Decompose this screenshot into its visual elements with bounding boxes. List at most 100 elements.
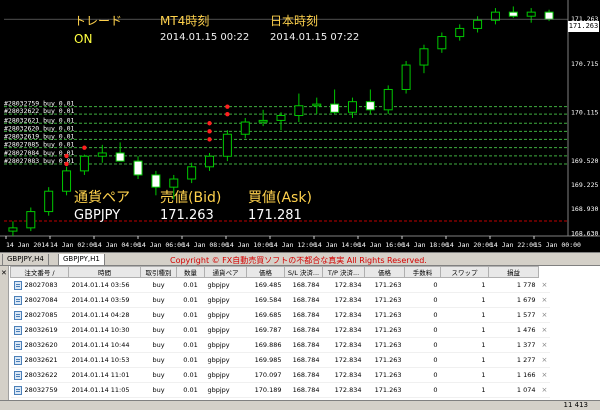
close-order-icon[interactable]: ×	[538, 277, 551, 293]
mt4-time-value: 2014.01.15 00:22	[160, 32, 250, 43]
trade-header-label: トレード	[74, 14, 123, 28]
table-cell: gbpjpy	[204, 307, 247, 323]
table-cell: 2014.01.14 03:59	[68, 292, 141, 308]
status-bar: 11 413	[0, 400, 600, 410]
order-icon	[13, 280, 22, 290]
table-cell: 171.263	[364, 382, 405, 398]
table-cell: 168.784	[284, 337, 323, 353]
table-cell: 1	[440, 292, 489, 308]
table-cell: gbpjpy	[204, 292, 247, 308]
column-header[interactable]: 数量	[176, 266, 205, 278]
table-cell: 171.263	[364, 337, 405, 353]
table-cell: 0	[404, 307, 441, 323]
candle-body	[8, 227, 18, 232]
order-icon	[13, 370, 22, 380]
table-cell: 2014.01.14 11:05	[68, 382, 141, 398]
chart-tabs: GBPJPY,H4 GBPJPY,H1 Copyright © FX自動売買ソフ…	[0, 252, 600, 266]
table-row[interactable]: 28027085 2014.01.14 04:28 buy 0.01 gbpjpy 169…	[10, 307, 551, 323]
candle-body	[508, 11, 518, 17]
column-header[interactable]: 通貨ペア	[204, 266, 247, 278]
table-row[interactable]: 28032621 2014.01.14 10:53 buy 0.01 gbpjpy 169…	[10, 352, 551, 368]
table-cell: 0	[404, 322, 441, 338]
column-header[interactable]: T/P 決済...	[322, 266, 365, 278]
column-header[interactable]: 価格	[246, 266, 285, 278]
column-header[interactable]: S/L 決済...	[284, 266, 323, 278]
candle-body	[276, 115, 286, 121]
table-cell: 170.097	[246, 367, 285, 383]
terminal-side-handle[interactable]: ✕	[0, 266, 9, 401]
table-row[interactable]: 28027083 2014.01.14 03:56 buy 0.01 gbpjpy 169…	[10, 277, 551, 293]
table-cell: 1 778	[488, 277, 539, 293]
candle-body	[205, 155, 215, 168]
x-tick-label: 14 Jan 20:00	[446, 241, 493, 249]
table-cell: 0	[404, 292, 441, 308]
candle-body	[526, 11, 536, 17]
ask-label: 買値(Ask)	[248, 190, 312, 206]
candle-body	[473, 19, 483, 29]
table-cell: 168.784	[284, 307, 323, 323]
candle-body	[330, 103, 340, 113]
x-tick-label: 14 Jan 04:00	[94, 241, 141, 249]
entry-marker	[82, 145, 87, 150]
close-order-icon[interactable]: ×	[538, 337, 551, 353]
table-row[interactable]: 28032759 2014.01.14 11:05 buy 0.01 gbpjpy 170…	[10, 382, 551, 398]
table-cell: 1 074	[488, 382, 539, 398]
column-header[interactable]: スワップ	[440, 266, 489, 278]
candle-body	[401, 64, 411, 90]
order-line-label: #28032621 buy 0.01	[4, 116, 75, 124]
table-cell: 168.784	[284, 292, 323, 308]
table-cell: 2014.01.14 10:30	[68, 322, 141, 338]
order-line-label: #28027083 buy 0.01	[4, 157, 75, 165]
table-row[interactable]: 28027084 2014.01.14 03:59 buy 0.01 gbpjpy 169…	[10, 292, 551, 308]
table-cell: gbpjpy	[204, 322, 247, 338]
table-cell: 168.784	[284, 277, 323, 293]
order-line-label: #28032619 buy 0.01	[4, 132, 75, 140]
x-tick-label: 15 Jan 00:00	[534, 241, 581, 249]
table-cell: 168.784	[284, 367, 323, 383]
jp-time-value: 2014.01.15 07:22	[270, 32, 360, 43]
column-header[interactable]: 注文番号 /	[10, 266, 69, 278]
table-cell: 0	[404, 367, 441, 383]
candle-body	[187, 166, 197, 180]
price-chart[interactable]: #28032759 buy 0.01 #28032622 buy 0.01 #280…	[0, 0, 600, 252]
table-cell: 172.834	[322, 382, 365, 398]
x-tick-label: 14 Jan 08:00	[182, 241, 229, 249]
order-icon	[13, 340, 22, 350]
column-header[interactable]: 損益	[488, 266, 539, 278]
close-order-icon[interactable]: ×	[538, 367, 551, 383]
close-order-icon[interactable]: ×	[538, 322, 551, 338]
candle-body	[365, 101, 375, 111]
candle-body	[97, 152, 107, 157]
table-cell: 2014.01.14 10:44	[68, 337, 141, 353]
close-order-icon[interactable]: ×	[538, 382, 551, 398]
column-header[interactable]: 価格	[364, 266, 405, 278]
close-order-icon[interactable]: ×	[538, 352, 551, 368]
candle-body	[347, 101, 357, 113]
close-icon[interactable]: ✕	[1, 269, 7, 277]
table-cell: 169.485	[246, 277, 285, 293]
table-cell: 1	[440, 307, 489, 323]
x-tick-label: 14 Jan 14:00	[314, 241, 361, 249]
table-cell: 169.985	[246, 352, 285, 368]
order-icon	[13, 325, 22, 335]
column-header[interactable]: 時間	[68, 266, 141, 278]
table-cell: 170.189	[246, 382, 285, 398]
candle-body	[312, 103, 322, 107]
table-cell: 1 277	[488, 352, 539, 368]
column-header[interactable]: 取引種別	[140, 266, 177, 278]
column-header[interactable]: 手数料	[404, 266, 441, 278]
x-tick-label: 14 Jan 12:00	[270, 241, 317, 249]
table-cell: 1	[440, 367, 489, 383]
table-cell: 28027084	[10, 292, 69, 308]
table-cell: 0.01	[176, 307, 205, 323]
table-row[interactable]: 28032622 2014.01.14 11:01 buy 0.01 gbpjpy 170…	[10, 367, 551, 383]
close-order-icon[interactable]: ×	[538, 307, 551, 323]
table-row[interactable]: 28032619 2014.01.14 10:30 buy 0.01 gbpjpy 169…	[10, 322, 551, 338]
close-order-icon[interactable]: ×	[538, 292, 551, 308]
table-cell: 28027083	[10, 277, 69, 293]
order-line-label: #28027084 buy 0.01	[4, 149, 75, 157]
x-tick-label: 14 Jan 16:00	[358, 241, 405, 249]
table-cell: 1	[440, 322, 489, 338]
candle-body	[240, 121, 250, 135]
table-row[interactable]: 28032620 2014.01.14 10:44 buy 0.01 gbpjpy 169…	[10, 337, 551, 353]
